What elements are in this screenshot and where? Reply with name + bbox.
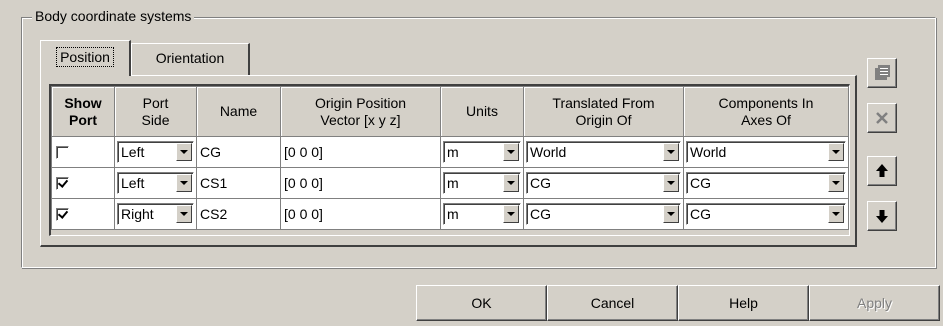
tab-position-label: Position	[56, 47, 114, 67]
translated-from-cell: CG	[523, 198, 684, 230]
port-side-dropdown[interactable]: Right	[117, 203, 194, 225]
coordinate-systems-table-frame: Show Port Port Side Name Origin Position Ve…	[49, 84, 850, 236]
header-units[interactable]: Units	[440, 86, 524, 137]
tab-position[interactable]: Position	[40, 40, 131, 76]
translated-from-cell: World	[523, 136, 684, 168]
move-down-arrow-icon	[876, 210, 888, 223]
name-cell[interactable]: CG	[196, 136, 281, 168]
chevron-down-icon[interactable]	[828, 143, 844, 161]
chevron-down-icon[interactable]	[663, 143, 679, 161]
translated-from-dropdown[interactable]: World	[526, 141, 681, 163]
chevron-down-icon[interactable]	[828, 205, 844, 223]
chevron-down-icon[interactable]	[176, 174, 192, 192]
header-name[interactable]: Name	[196, 86, 281, 137]
origin-position-cell[interactable]: [0 0 0]	[280, 167, 441, 199]
tab-orientation[interactable]: Orientation	[131, 43, 250, 75]
ok-button[interactable]: OK	[416, 285, 547, 321]
chevron-down-icon[interactable]	[503, 143, 519, 161]
show-port-checkbox[interactable]	[56, 176, 69, 190]
units-dropdown[interactable]: m	[443, 203, 521, 225]
show-port-cell	[51, 136, 115, 168]
add-coordinate-system-icon	[875, 65, 890, 80]
move-up-button[interactable]	[867, 156, 897, 186]
move-up-arrow-icon	[876, 164, 888, 177]
components-in-cell: CG	[683, 167, 849, 199]
chevron-down-icon[interactable]	[176, 205, 192, 223]
delete-x-icon	[876, 112, 888, 124]
header-port-side[interactable]: Port Side	[114, 86, 197, 137]
show-port-cell	[51, 198, 115, 230]
delete-button[interactable]	[867, 103, 897, 133]
origin-position-cell[interactable]: [0 0 0]	[280, 136, 441, 168]
translated-from-dropdown[interactable]: CG	[526, 172, 681, 194]
coordinate-systems-table: Show Port Port Side Name Origin Position Ve…	[51, 86, 849, 230]
move-down-button[interactable]	[867, 201, 897, 231]
chevron-down-icon[interactable]	[503, 174, 519, 192]
port-side-cell: Left	[114, 136, 197, 168]
port-side-cell: Left	[114, 167, 197, 199]
help-button[interactable]: Help	[678, 285, 809, 321]
header-origin-position[interactable]: Origin Position Vector [x y z]	[280, 86, 441, 137]
show-port-checkbox[interactable]	[56, 145, 69, 159]
port-side-dropdown[interactable]: Left	[117, 141, 194, 163]
table-row: Right CS2 [0 0 0] m CG CG	[51, 198, 849, 230]
tab-orientation-label: Orientation	[155, 50, 225, 66]
units-cell: m	[440, 198, 524, 230]
chevron-down-icon[interactable]	[176, 143, 192, 161]
header-components-in[interactable]: Components In Axes Of	[683, 86, 849, 137]
show-port-cell	[51, 167, 115, 199]
apply-button[interactable]: Apply	[809, 285, 940, 321]
name-cell[interactable]: CS1	[196, 167, 281, 199]
components-in-dropdown[interactable]: CG	[686, 203, 846, 225]
cancel-button[interactable]: Cancel	[547, 285, 678, 321]
name-cell[interactable]: CS2	[196, 198, 281, 230]
port-side-cell: Right	[114, 198, 197, 230]
table-row: Left CG [0 0 0] m World World	[51, 136, 849, 168]
translated-from-cell: CG	[523, 167, 684, 199]
chevron-down-icon[interactable]	[828, 174, 844, 192]
add-coordinate-system-button[interactable]	[867, 58, 897, 88]
chevron-down-icon[interactable]	[663, 205, 679, 223]
units-cell: m	[440, 167, 524, 199]
header-translated-from[interactable]: Translated From Origin Of	[523, 86, 684, 137]
chevron-down-icon[interactable]	[503, 205, 519, 223]
components-in-dropdown[interactable]: CG	[686, 172, 846, 194]
position-tab-panel: Show Port Port Side Name Origin Position Ve…	[40, 75, 857, 247]
units-cell: m	[440, 136, 524, 168]
table-row: Left CS1 [0 0 0] m CG CG	[51, 167, 849, 199]
show-port-checkbox[interactable]	[56, 207, 69, 221]
chevron-down-icon[interactable]	[663, 174, 679, 192]
units-dropdown[interactable]: m	[443, 172, 521, 194]
origin-position-cell[interactable]: [0 0 0]	[280, 198, 441, 230]
table-header-row: Show Port Port Side Name Origin Position Ve…	[51, 86, 849, 137]
components-in-cell: World	[683, 136, 849, 168]
group-title: Body coordinate systems	[32, 7, 195, 25]
components-in-cell: CG	[683, 198, 849, 230]
translated-from-dropdown[interactable]: CG	[526, 203, 681, 225]
components-in-dropdown[interactable]: World	[686, 141, 846, 163]
header-show-port[interactable]: Show Port	[51, 86, 115, 137]
units-dropdown[interactable]: m	[443, 141, 521, 163]
port-side-dropdown[interactable]: Left	[117, 172, 194, 194]
